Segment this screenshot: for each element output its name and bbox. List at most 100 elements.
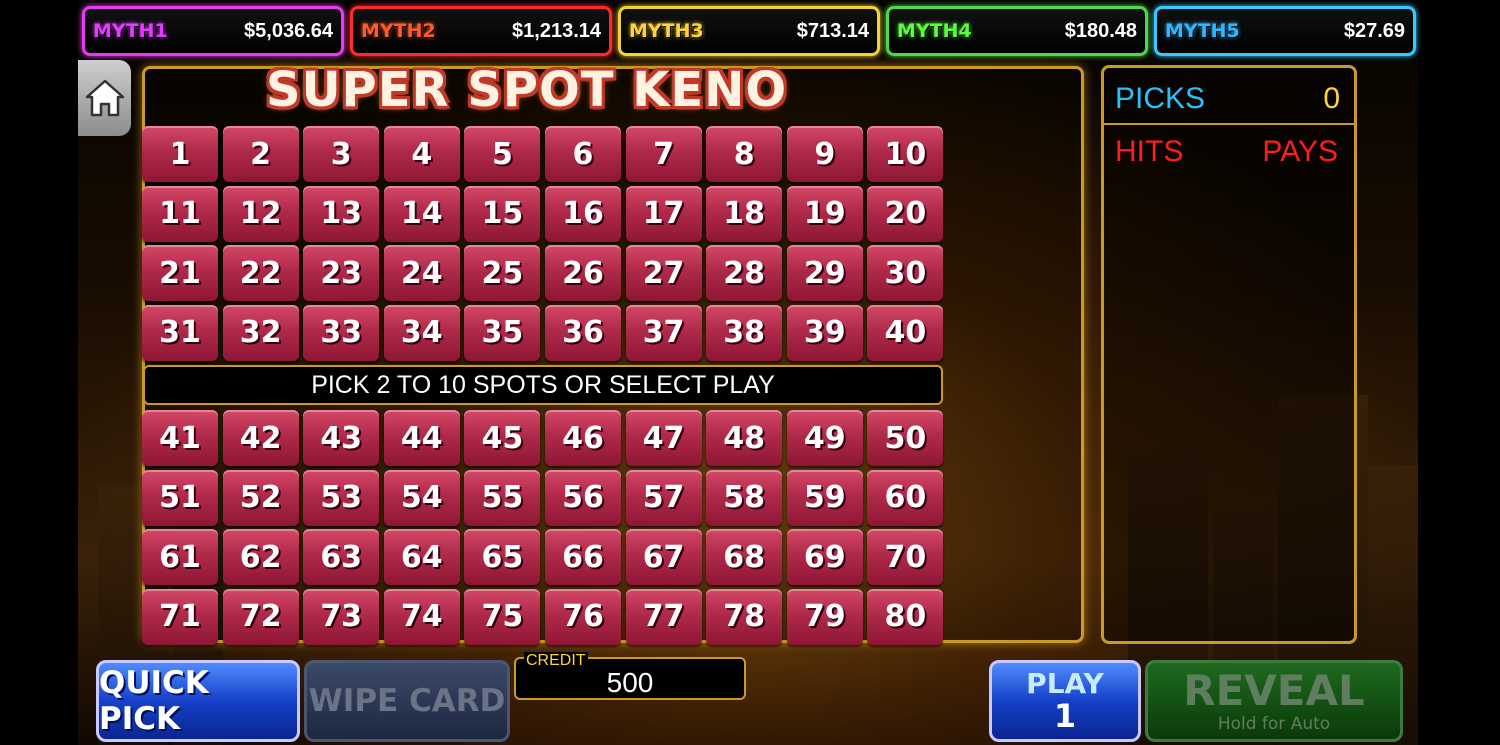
- keno-spot[interactable]: 1: [142, 126, 218, 182]
- keno-spot[interactable]: 39: [786, 304, 863, 361]
- keno-spot[interactable]: 42: [222, 410, 299, 466]
- keno-spot[interactable]: 51: [142, 469, 218, 526]
- keno-spot[interactable]: 32: [222, 304, 299, 361]
- keno-spot[interactable]: 10: [867, 126, 944, 182]
- play-button[interactable]: PLAY 1: [989, 660, 1141, 742]
- keno-spot[interactable]: 13: [303, 185, 380, 242]
- keno-spot[interactable]: 34: [383, 304, 460, 361]
- keno-spot[interactable]: 63: [303, 529, 380, 586]
- keno-spot[interactable]: 17: [625, 185, 702, 242]
- keno-spot[interactable]: 21: [142, 245, 218, 302]
- keno-spot[interactable]: 36: [544, 304, 621, 361]
- keno-spot[interactable]: 77: [625, 588, 702, 645]
- keno-spot[interactable]: 79: [786, 588, 863, 645]
- keno-spot[interactable]: 27: [625, 245, 702, 302]
- keno-spot[interactable]: 78: [706, 588, 783, 645]
- keno-spot[interactable]: 75: [464, 588, 541, 645]
- jackpot-amount: $1,213.14: [512, 19, 601, 42]
- keno-spot[interactable]: 55: [464, 469, 541, 526]
- keno-spot[interactable]: 54: [383, 469, 460, 526]
- quick-pick-label: QUICK PICK: [99, 665, 209, 737]
- keno-spot[interactable]: 29: [786, 245, 863, 302]
- keno-spot[interactable]: 31: [142, 304, 218, 361]
- keno-spot[interactable]: 52: [222, 469, 299, 526]
- keno-spot[interactable]: 41: [142, 410, 218, 466]
- jackpot-2: MYTH2 $1,213.14: [350, 6, 612, 56]
- keno-spot[interactable]: 4: [383, 126, 460, 182]
- keno-spot[interactable]: 53: [303, 469, 380, 526]
- keno-spot[interactable]: 74: [383, 588, 460, 645]
- keno-spot[interactable]: 49: [786, 410, 863, 466]
- hits-label: HITS: [1115, 135, 1184, 168]
- jackpot-name: MYTH2: [361, 20, 436, 42]
- keno-spot[interactable]: 40: [867, 304, 944, 361]
- keno-spot[interactable]: 50: [867, 410, 944, 466]
- home-button[interactable]: [78, 60, 131, 136]
- keno-spot[interactable]: 6: [544, 126, 621, 182]
- keno-spot[interactable]: 44: [383, 410, 460, 466]
- keno-spot[interactable]: 20: [867, 185, 944, 242]
- jackpot-name: MYTH3: [629, 20, 704, 42]
- keno-spot[interactable]: 26: [544, 245, 621, 302]
- keno-spot[interactable]: 8: [706, 126, 783, 182]
- keno-spot[interactable]: 48: [706, 410, 783, 466]
- keno-spot[interactable]: 15: [464, 185, 541, 242]
- keno-spot[interactable]: 68: [706, 529, 783, 586]
- keno-spot[interactable]: 72: [222, 588, 299, 645]
- reveal-hint: Hold for Auto: [1217, 713, 1331, 734]
- keno-spot[interactable]: 70: [867, 529, 944, 586]
- keno-spot[interactable]: 73: [303, 588, 380, 645]
- keno-spot[interactable]: 7: [625, 126, 702, 182]
- jackpot-1: MYTH1 $5,036.64: [82, 6, 344, 56]
- keno-spot[interactable]: 9: [786, 126, 863, 182]
- keno-spot[interactable]: 23: [303, 245, 380, 302]
- quick-pick-button[interactable]: QUICK PICK: [96, 660, 300, 742]
- keno-spot[interactable]: 22: [222, 245, 299, 302]
- keno-spot[interactable]: 16: [544, 185, 621, 242]
- keno-spot[interactable]: 33: [303, 304, 380, 361]
- keno-spot[interactable]: 12: [222, 185, 299, 242]
- keno-spot[interactable]: 62: [222, 529, 299, 586]
- keno-spot[interactable]: 67: [625, 529, 702, 586]
- keno-spot[interactable]: 56: [544, 469, 621, 526]
- keno-spot[interactable]: 46: [544, 410, 621, 466]
- game-title: SUPER SPOT KENO: [266, 62, 788, 118]
- reveal-button[interactable]: REVEAL Hold for Auto: [1145, 660, 1403, 742]
- keno-spot[interactable]: 35: [464, 304, 541, 361]
- keno-spot[interactable]: 14: [383, 185, 460, 242]
- picks-label: PICKS: [1115, 82, 1206, 115]
- keno-spot[interactable]: 59: [786, 469, 863, 526]
- keno-spot[interactable]: 24: [383, 245, 460, 302]
- keno-spot[interactable]: 60: [867, 469, 944, 526]
- keno-spot[interactable]: 65: [464, 529, 541, 586]
- keno-spot[interactable]: 43: [303, 410, 380, 466]
- keno-spot[interactable]: 45: [464, 410, 541, 466]
- keno-spot[interactable]: 80: [867, 588, 944, 645]
- keno-spot[interactable]: 66: [544, 529, 621, 586]
- paytable-panel: PICKS 0 HITS PAYS: [1101, 65, 1357, 644]
- keno-spot[interactable]: 69: [786, 529, 863, 586]
- keno-spot[interactable]: 61: [142, 529, 218, 586]
- keno-spot[interactable]: 25: [464, 245, 541, 302]
- keno-spot[interactable]: 64: [383, 529, 460, 586]
- keno-spot[interactable]: 76: [544, 588, 621, 645]
- keno-spot[interactable]: 3: [303, 126, 380, 182]
- keno-spot[interactable]: 2: [222, 126, 299, 182]
- keno-spot[interactable]: 11: [142, 185, 218, 242]
- keno-spot[interactable]: 47: [625, 410, 702, 466]
- jackpot-amount: $27.69: [1343, 19, 1405, 42]
- keno-spot[interactable]: 57: [625, 469, 702, 526]
- keno-spot[interactable]: 37: [625, 304, 702, 361]
- keno-spot[interactable]: 38: [706, 304, 783, 361]
- keno-spot[interactable]: 5: [464, 126, 541, 182]
- jackpot-amount: $713.14: [796, 19, 869, 42]
- wipe-card-button[interactable]: WIPE CARD: [304, 660, 510, 742]
- keno-spot[interactable]: 58: [706, 469, 783, 526]
- keno-spot[interactable]: 30: [867, 245, 944, 302]
- keno-spot[interactable]: 19: [786, 185, 863, 242]
- keno-spot[interactable]: 71: [142, 588, 218, 645]
- keno-spot[interactable]: 18: [706, 185, 783, 242]
- keno-spot[interactable]: 28: [706, 245, 783, 302]
- keno-grid-top: 1 2 3 4 5 6 7 8 9 10 11 12 13 14 15 16 17 18 19 20 21 22 23 24 2…: [142, 126, 944, 361]
- pays-label: PAYS: [1262, 135, 1338, 168]
